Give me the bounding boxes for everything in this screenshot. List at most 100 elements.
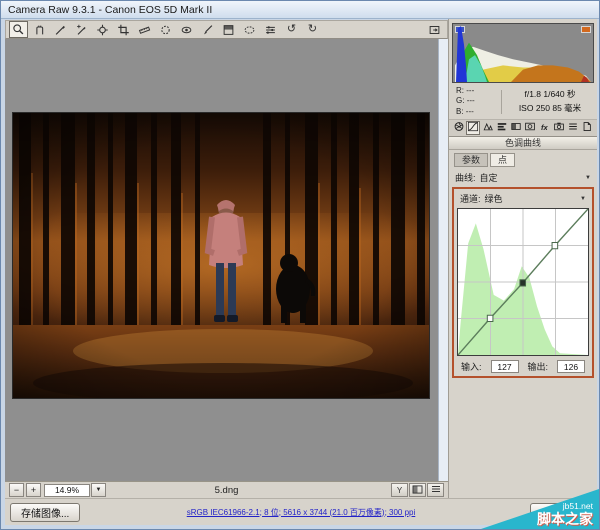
rotate-right-button[interactable]: ↻ [303, 21, 322, 38]
target-icon [95, 23, 110, 37]
tab-effects[interactable]: fx [537, 121, 551, 135]
exposure-info: f/1.8 1/640 秒 ISO 250 85 毫米 [505, 88, 595, 114]
tone-curve-editor[interactable] [457, 208, 589, 357]
curve-point[interactable] [552, 243, 558, 249]
preview-scrollbar[interactable] [438, 39, 448, 481]
graduated-filter-tool-button[interactable] [219, 21, 238, 38]
red-eye-tool-button[interactable] [177, 21, 196, 38]
curve-io-row: 输入: 127 输出: 126 [456, 357, 590, 374]
tab-camera-calibration[interactable] [551, 121, 565, 135]
tab-tone-curve[interactable] [466, 119, 481, 137]
color-bars-icon [496, 119, 508, 137]
preview-area [5, 39, 438, 481]
zoom-out-button[interactable]: − [9, 483, 24, 497]
crop-tool-button[interactable] [114, 21, 133, 38]
swap-preview-button[interactable] [409, 483, 426, 497]
iso-focal: ISO 250 85 毫米 [518, 102, 582, 113]
camera-icon [553, 119, 565, 137]
chevron-down-icon: ▼ [95, 487, 102, 493]
aperture-icon [453, 119, 465, 137]
rotate-left-button[interactable]: ↺ [282, 21, 301, 38]
camera-raw-window: Camera Raw 9.3.1 - Canon EOS 5D Mark II [0, 0, 600, 530]
adjustment-tabs: fx [449, 119, 597, 138]
title-bar: Camera Raw 9.3.1 - Canon EOS 5D Mark II [1, 1, 599, 19]
rgb-readout: R: --- G: --- B: --- [456, 86, 475, 116]
tab-basic[interactable] [452, 121, 466, 135]
radial-filter-tool-button[interactable] [240, 21, 259, 38]
split-square-icon [510, 119, 522, 137]
subtab-parametric[interactable]: 参数 [454, 153, 489, 168]
zoom-level-dropdown-button[interactable]: ▼ [91, 483, 106, 497]
triangles-icon [482, 119, 494, 137]
plus-icon: + [30, 484, 37, 495]
rotate-cw-icon: ↻ [307, 23, 318, 35]
right-panel: R: --- G: --- B: --- f/1.8 1/640 秒 ISO 2… [448, 19, 597, 498]
curve-preset-dropdown[interactable]: 曲线: 自定 ▼ [449, 167, 597, 185]
histogram [452, 23, 594, 83]
preview-y-icon: Y [396, 485, 403, 495]
hand-icon [32, 23, 47, 37]
zoom-tool-button[interactable] [9, 21, 28, 38]
crop-icon [116, 23, 131, 37]
tab-detail[interactable] [480, 121, 494, 135]
output-label: 输出: [527, 362, 549, 373]
preview-mode-button[interactable]: Y [391, 483, 408, 497]
spot-removal-tool-button[interactable] [156, 21, 175, 38]
subtab-point[interactable]: 点 [490, 153, 516, 168]
tab-presets[interactable] [566, 121, 580, 135]
workflow-options-link[interactable]: sRGB IEC61966-2.1; 8 位; 5616 x 3744 (21.… [5, 507, 597, 518]
color-sampler-tool-button[interactable] [72, 21, 91, 38]
zoom-level-value[interactable]: 14.9% [44, 483, 90, 497]
tone-curve-svg [458, 209, 588, 356]
fullscreen-icon [427, 23, 442, 37]
tab-hsl-grayscale[interactable] [495, 121, 509, 135]
white-balance-tool-button[interactable] [51, 21, 70, 38]
watermark-site: jb51.net [562, 500, 593, 511]
magnifier-icon [11, 23, 26, 37]
photo-canvas[interactable] [13, 113, 429, 403]
highlight-annotation-box: 通道: 绿色 ▼ 输入: 127 输出: 126 [452, 187, 594, 379]
curve-icon [467, 119, 479, 137]
curve-point[interactable] [487, 315, 493, 321]
eyedropper-icon [53, 23, 68, 37]
rotate-ccw-icon: ↺ [286, 23, 297, 35]
preferences-button[interactable] [261, 21, 280, 38]
zoom-in-button[interactable]: + [26, 483, 41, 497]
toolbar: ↺ ↻ [5, 20, 448, 39]
channel-label: 通道: [460, 194, 481, 205]
rgb-histogram-graph [455, 26, 591, 82]
list-icon [567, 119, 579, 137]
preview-menu-button[interactable] [427, 483, 444, 497]
radial-filter-icon [242, 23, 257, 37]
channel-dropdown[interactable]: 通道: 绿色 ▼ [456, 190, 590, 207]
hand-tool-button[interactable] [30, 21, 49, 38]
tab-split-toning[interactable] [509, 121, 523, 135]
input-value-field[interactable]: 127 [490, 360, 519, 374]
exif-info: R: --- G: --- B: --- f/1.8 1/640 秒 ISO 2… [449, 85, 597, 119]
input-label: 输入: [460, 362, 482, 373]
graduated-filter-icon [221, 23, 236, 37]
fx-icon: fx [540, 123, 548, 133]
tab-snapshots[interactable] [580, 121, 594, 135]
adjustment-brush-tool-button[interactable] [198, 21, 217, 38]
targeted-adjustment-tool-button[interactable] [93, 21, 112, 38]
straighten-tool-button[interactable] [135, 21, 154, 38]
sliders-icon [263, 23, 278, 37]
curve-point-selected[interactable] [520, 280, 526, 286]
channel-value: 绿色 [484, 194, 503, 205]
eye-icon [179, 23, 194, 37]
split-view-icon [412, 484, 423, 496]
panel-title: 色调曲线 [449, 137, 597, 151]
tab-lens-corrections[interactable] [523, 121, 537, 135]
curve-preset-value: 自定 [479, 173, 498, 184]
save-image-button[interactable]: 存储图像... [10, 502, 81, 522]
output-value-field[interactable]: 126 [557, 360, 586, 374]
brush-icon [200, 23, 215, 37]
aperture-shutter: f/1.8 1/640 秒 [524, 89, 576, 100]
fullscreen-toggle-button[interactable] [425, 21, 444, 38]
healing-circle-icon [158, 23, 173, 37]
ruler-icon [137, 23, 152, 37]
lens-icon [524, 119, 536, 137]
forest-photo [13, 113, 429, 403]
minus-icon: − [13, 484, 20, 495]
